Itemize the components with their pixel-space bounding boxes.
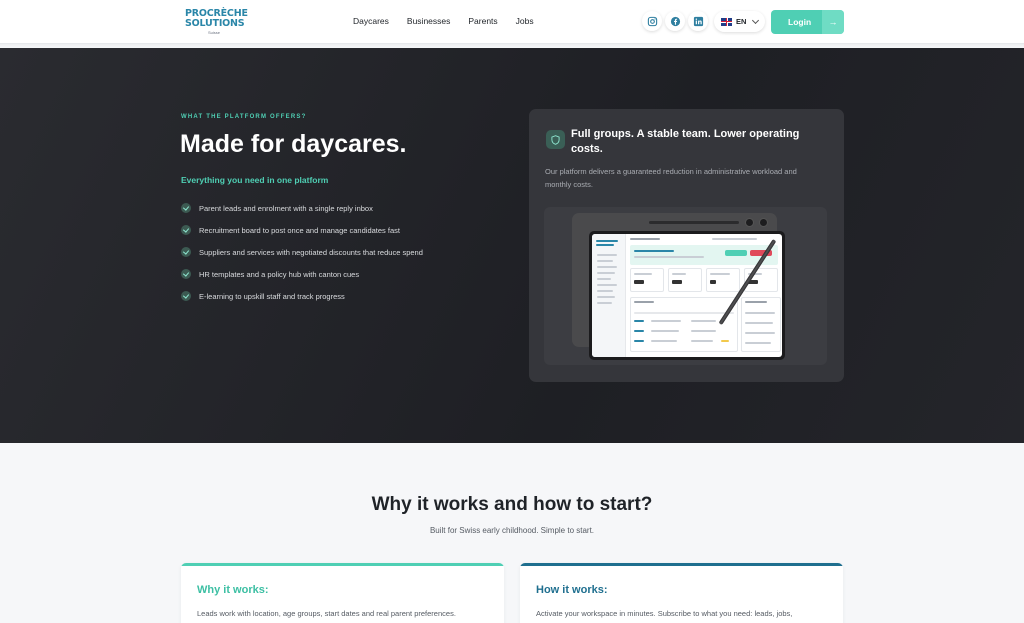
tablet-screen-illustration [589,231,785,360]
nav-businesses[interactable]: Businesses [407,16,450,26]
check-icon [181,291,191,301]
feature-item: E-learning to upskill staff and track pr… [181,285,423,307]
dashboard-mockup [592,234,782,357]
mockup-sidebar [592,234,626,357]
hero-title: Made for daycares. [180,130,407,158]
instagram-link[interactable] [642,11,662,31]
instagram-icon [647,16,657,26]
linkedin-icon [693,16,703,26]
check-icon [181,269,191,279]
camera-lens [745,218,754,227]
arrow-right-icon: → [822,10,844,34]
stylus-holder [649,221,739,224]
feature-item: Parent leads and enrolment with a single… [181,197,423,219]
how-it-works-text: Activate your workspace in minutes. Subs… [536,609,793,618]
how-it-works-title: How it works: [536,584,608,596]
feature-item: Recruitment board to post once and manag… [181,219,423,241]
card-accent-bar [520,563,843,566]
card-text: Our platform delivers a guaranteed reduc… [545,167,797,189]
card-title: Full groups. A stable team. Lower operat… [571,128,800,155]
login-button[interactable]: Login → [771,10,844,34]
facebook-link[interactable] [665,11,685,31]
feature-item: HR templates and a policy hub with canto… [181,263,423,285]
nav-daycares[interactable]: Daycares [353,16,389,26]
check-icon [181,225,191,235]
main-nav: Daycares Businesses Parents Jobs [353,16,552,26]
section-title: Why it works and how to start? [371,494,653,515]
why-it-works-card: Why it works: Leads work with location, … [181,563,504,623]
logo-subtitle: Suisse [207,30,220,35]
mockup-panel [741,297,781,352]
nav-jobs[interactable]: Jobs [516,16,534,26]
feature-text: Suppliers and services with negotiated d… [199,247,423,257]
language-code: EN [736,17,747,26]
hero-eyebrow: WHAT THE PLATFORM OFFERS? [181,114,307,120]
uk-flag-icon [721,17,732,26]
camera-lens [759,218,768,227]
brand-logo[interactable]: PROCRÈCHE SOLUTIONS Suisse [185,9,248,36]
site-header: PROCRÈCHE SOLUTIONS Suisse Daycares Busi… [0,0,1024,44]
facebook-icon [670,16,680,26]
hero-subtitle: Everything you need in one platform [181,175,329,185]
language-selector[interactable]: EN [714,11,765,32]
feature-list: Parent leads and enrolment with a single… [181,197,423,307]
nav-parents[interactable]: Parents [468,16,497,26]
card-badge [546,130,565,149]
linkedin-link[interactable] [688,11,708,31]
check-icon [181,247,191,257]
how-it-works-card: How it works: Activate your workspace in… [520,563,843,623]
feature-text: Recruitment board to post once and manag… [199,225,400,235]
login-label: Login [788,17,812,27]
shield-icon [551,134,560,145]
card-accent-bar [181,563,504,566]
why-it-works-title: Why it works: [197,584,269,596]
feature-text: HR templates and a policy hub with canto… [199,269,360,279]
logo-line-2: SOLUTIONS [185,18,245,29]
section-subtitle: Built for Swiss early childhood. Simple … [429,526,595,535]
feature-item: Suppliers and services with negotiated d… [181,241,423,263]
why-it-works-text: Leads work with location, age groups, st… [197,609,456,618]
chevron-down-icon [752,16,760,24]
feature-text: E-learning to upskill staff and track pr… [199,291,345,301]
feature-text: Parent leads and enrolment with a single… [199,203,373,213]
check-icon [181,203,191,213]
hero-section [0,48,1024,443]
benefit-card: Full groups. A stable team. Lower operat… [529,109,844,382]
